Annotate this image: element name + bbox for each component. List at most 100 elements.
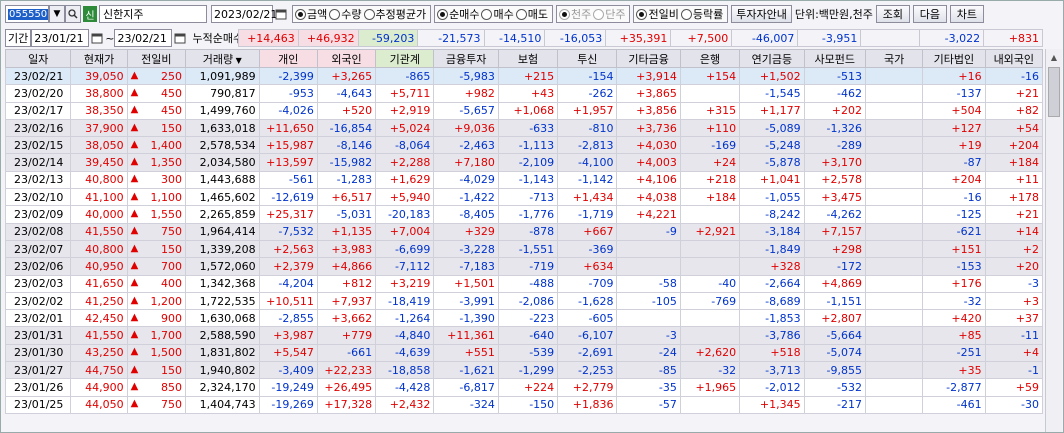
query-button[interactable]: 조회: [875, 5, 910, 23]
period-from-input[interactable]: 23/01/21: [31, 29, 90, 47]
table-row[interactable]: 23/02/15 38,050 ▲ 1,400 2,578,534 +15,987 -8,1…: [4, 136, 1044, 155]
calendar-icon[interactable]: [89, 29, 105, 47]
table-cell: +2,288: [375, 153, 435, 172]
table-row[interactable]: 23/02/08 41,550 ▲ 750 1,964,414 -7,532 +1,135 +…: [4, 222, 1044, 241]
scroll-up-icon[interactable]: ▲: [1046, 49, 1062, 65]
table-cell: -8,689: [739, 291, 805, 311]
column-header[interactable]: 외국인: [316, 49, 377, 68]
chevron-down-icon[interactable]: ▼: [49, 5, 65, 23]
radio-radio_group2-0[interactable]: 순매수: [437, 6, 479, 22]
table-row[interactable]: 23/01/30 43,250 ▲ 1,500 1,831,802 +5,547 -661-…: [4, 343, 1044, 363]
up-arrow-icon: ▲: [130, 208, 139, 220]
column-header[interactable]: 국가: [864, 49, 924, 68]
table-cell: +6,517: [316, 188, 377, 207]
radio-radio_group4-1[interactable]: 등락률: [680, 6, 723, 22]
investor-guide-button[interactable]: 투자자안내: [731, 5, 792, 23]
column-header[interactable]: 거래량 ▼: [184, 49, 260, 68]
table-cell: ▲ 700: [126, 257, 186, 276]
table-cell: +504: [922, 101, 986, 120]
change-value: 450: [160, 104, 182, 118]
table-cell: +4,106: [616, 170, 681, 190]
calendar-icon[interactable]: [273, 5, 289, 23]
radio-circle-icon: [680, 8, 692, 20]
table-row[interactable]: 23/02/10 41,100 ▲ 1,100 1,465,602 -12,619 +6,5…: [4, 188, 1044, 207]
table-row[interactable]: 23/01/31 41,550 ▲ 1,700 2,588,590 +3,987 +779-…: [4, 326, 1044, 345]
table-cell: 41,250: [70, 291, 128, 311]
radio-radio_group3-0[interactable]: 천주: [558, 6, 591, 22]
table-row[interactable]: 23/02/03 41,650 ▲ 400 1,342,368 -4,204 +812 +3,…: [4, 274, 1044, 293]
table-cell: +35: [922, 361, 986, 380]
column-header[interactable]: 현재가: [70, 49, 128, 68]
table-row[interactable]: 23/02/06 40,950 ▲ 700 1,572,060 +2,379 +4,866-…: [4, 257, 1044, 276]
table-cell: -7,183: [433, 257, 499, 276]
radio-radio_group2-1[interactable]: 매수: [481, 6, 514, 22]
table-row[interactable]: 23/02/20 38,800 ▲ 450 790,817 -953 -4,643 +5,71…: [4, 84, 1044, 103]
table-row[interactable]: 23/02/17 38,350 ▲ 450 1,499,760 -4,026 +520 +2,…: [4, 101, 1044, 120]
table-cell: 39,050: [70, 66, 128, 86]
sort-down-icon[interactable]: ▼: [233, 56, 242, 65]
up-arrow-icon: ▲: [130, 138, 139, 150]
table-cell: ▲ 1,350: [126, 153, 186, 172]
table-cell: +2,919: [375, 101, 435, 120]
summary-cell: -21,573: [417, 29, 485, 47]
table-row[interactable]: 23/02/21 39,050 ▲ 250 1,091,989 -2,399 +3,265-…: [4, 66, 1044, 86]
stock-code-input[interactable]: 055550: [5, 5, 49, 23]
column-header[interactable]: 보험: [497, 49, 559, 68]
calendar-icon[interactable]: [172, 29, 188, 47]
table-row[interactable]: 23/01/25 44,050 ▲ 750 1,404,743 -19,269 +17,32…: [4, 395, 1044, 414]
table-row[interactable]: 23/01/27 44,750 ▲ 150 1,940,802 -3,409 +22,233…: [4, 361, 1044, 380]
change-value: 150: [160, 242, 182, 256]
column-header[interactable]: 내외국인: [984, 49, 1044, 68]
column-header[interactable]: 기타금융: [616, 49, 681, 68]
table-row[interactable]: 23/02/16 37,900 ▲ 150 1,633,018 +11,650 -16,85…: [4, 118, 1044, 138]
table-cell: +2,379: [258, 257, 318, 276]
scroll-thumb[interactable]: [1048, 67, 1060, 117]
table-cell: 23/02/03: [4, 274, 72, 293]
table-row[interactable]: 23/01/26 44,900 ▲ 850 2,324,170 -19,249 +26,49…: [4, 378, 1044, 397]
table-cell: -5,878: [739, 153, 805, 172]
table-cell: -5,074: [803, 343, 866, 363]
column-header[interactable]: 기타법인: [922, 49, 986, 68]
column-header[interactable]: 금융투자: [433, 49, 499, 68]
table-row[interactable]: 23/02/07 40,800 ▲ 150 1,339,208 +2,563 +3,983-…: [4, 239, 1044, 259]
table-row[interactable]: 23/02/01 42,450 ▲ 900 1,630,068 -2,855 +3,662-…: [4, 309, 1044, 328]
credit-badge[interactable]: 신: [83, 6, 97, 22]
column-header[interactable]: 사모펀드: [803, 49, 866, 68]
column-header[interactable]: 개인: [258, 49, 318, 68]
table-cell: 23/01/25: [4, 395, 72, 414]
table-cell: +3,170: [803, 153, 866, 172]
column-header[interactable]: 연기금등: [739, 49, 805, 68]
table-cell: 23/02/21: [4, 66, 72, 86]
table-cell: [616, 257, 681, 276]
table-row[interactable]: 23/02/09 40,000 ▲ 1,550 2,265,859 +25,317 -5,0…: [4, 205, 1044, 224]
up-arrow-icon: ▲: [130, 259, 139, 271]
vertical-scrollbar[interactable]: ▲: [1045, 49, 1062, 432]
table-cell: 23/01/26: [4, 378, 72, 397]
table-cell: 2,265,859: [184, 205, 260, 224]
search-icon[interactable]: [65, 5, 81, 23]
radio-radio_group3-1[interactable]: 단주: [593, 6, 625, 22]
table-row[interactable]: 23/02/02 41,250 ▲ 1,200 1,722,535 +10,511 +7,9…: [4, 291, 1044, 311]
radio-radio_group4-0[interactable]: 전일비: [636, 6, 679, 22]
column-header[interactable]: 기관계: [375, 49, 435, 68]
column-header[interactable]: 투신: [557, 49, 618, 68]
column-header[interactable]: 은행: [679, 49, 741, 68]
chart-button[interactable]: 차트: [949, 5, 984, 23]
table-row[interactable]: 23/02/13 40,800 ▲ 300 1,443,688 -561 -1,283 +1,…: [4, 170, 1044, 190]
radio-circle-icon: [558, 8, 570, 20]
next-button[interactable]: 다음: [912, 5, 947, 23]
radio-radio_group1-2[interactable]: 추정평균가: [363, 6, 426, 22]
column-header[interactable]: 일자: [4, 49, 72, 68]
period-to-input[interactable]: 23/02/21: [114, 29, 173, 47]
column-header[interactable]: 전일비: [126, 49, 186, 68]
table-cell: ▲ 450: [126, 101, 186, 120]
radio-radio_group2-2[interactable]: 매도: [515, 6, 548, 22]
radio-radio_group1-1[interactable]: 수량: [329, 6, 362, 22]
table-cell: +25,317: [258, 205, 318, 224]
radio-radio_group1-0[interactable]: 금액: [295, 6, 327, 22]
table-row[interactable]: 23/02/14 39,450 ▲ 1,350 2,034,580 +13,597 -15,…: [4, 153, 1044, 172]
table-cell: [864, 326, 924, 345]
date-input[interactable]: 2023/02/21: [211, 5, 277, 23]
table-cell: -57: [616, 395, 681, 414]
table-cell: -18,419: [375, 291, 435, 311]
